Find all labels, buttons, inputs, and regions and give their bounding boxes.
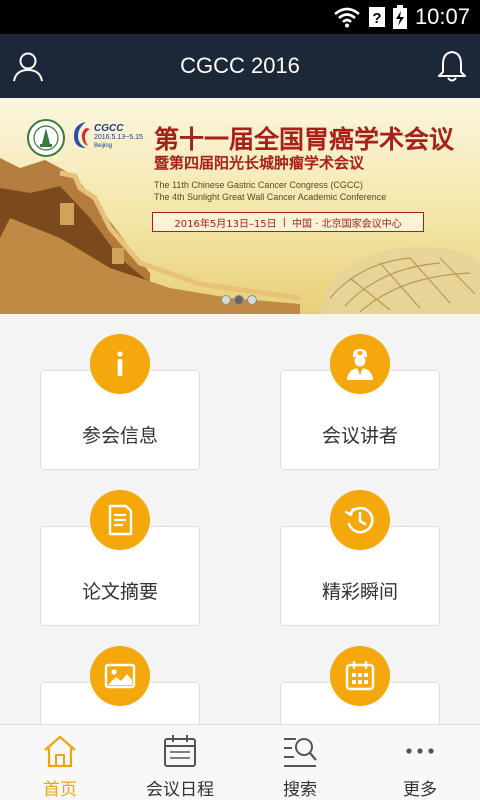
- app-bar: CGCC 2016: [0, 34, 480, 98]
- tab-schedule[interactable]: 会议日程: [120, 725, 240, 800]
- banner-title-english: The 11th Chinese Gastric Cancer Congress…: [154, 180, 363, 190]
- page-title: CGCC 2016: [180, 53, 300, 78]
- carousel-indicator[interactable]: [221, 295, 257, 305]
- wifi-icon: [333, 6, 361, 28]
- carousel-dot[interactable]: [221, 295, 231, 305]
- menu-item-label: 参会信息: [81, 425, 158, 447]
- status-bar: ? 10:07: [0, 0, 480, 34]
- tab-search[interactable]: 搜索: [240, 725, 360, 800]
- bottom-tab-bar: 首页 会议日程 搜索 更多: [0, 724, 480, 800]
- tab-label: 搜索: [283, 780, 317, 800]
- status-time: 10:07: [414, 4, 470, 29]
- speaker-person-icon[interactable]: [330, 334, 390, 394]
- calendar-grid-icon[interactable]: [330, 646, 390, 706]
- signal-unknown-icon: ?: [368, 6, 385, 28]
- carousel-dot[interactable]: [247, 295, 257, 305]
- cgcc-logo-text: CGCC: [94, 123, 124, 134]
- banner-venue: 中国 · 北京国家会议中心: [292, 218, 402, 230]
- cgcc-logo-dates: 2016.5.13~5.15: [94, 134, 143, 141]
- image-gallery-icon[interactable]: [90, 646, 150, 706]
- tab-more[interactable]: 更多: [360, 725, 480, 800]
- menu-item-label: 精彩瞬间: [321, 581, 398, 603]
- banner-subtitle: 暨第四届阳光长城肿瘤学术会议: [154, 154, 365, 172]
- banner-date: 2016年5月13日–15日: [174, 218, 277, 230]
- banner-title: 第十一届全国胃癌学术会议: [154, 125, 455, 154]
- info-icon[interactable]: [90, 334, 150, 394]
- battery-charging-icon: [392, 5, 407, 29]
- bell-icon[interactable]: [434, 48, 470, 84]
- document-icon[interactable]: [90, 490, 150, 550]
- tab-home[interactable]: 首页: [0, 725, 120, 800]
- menu-item-label: 会议讲者: [321, 425, 398, 447]
- cgcc-logo: CGCC 2016.5.13~5.15 Beijing: [72, 116, 144, 158]
- menu-item-label: 论文摘要: [81, 581, 158, 603]
- banner-date-venue: 2016年5月13日–15日 | 中国 · 北京国家会议中心: [152, 212, 424, 232]
- tab-label: 会议日程: [146, 780, 214, 800]
- tab-label: 更多: [403, 780, 437, 800]
- banner-separator: |: [282, 216, 287, 228]
- svg-text:?: ?: [372, 10, 381, 27]
- calendar-icon: [162, 733, 198, 769]
- cgcc-logo-city: Beijing: [94, 143, 113, 149]
- tab-label: 首页: [43, 780, 77, 800]
- carousel-dot-active[interactable]: [234, 295, 244, 305]
- home-icon: [42, 733, 78, 769]
- society-logo: [26, 118, 66, 158]
- hero-banner[interactable]: CGCC 2016.5.13~5.15 Beijing 第十一届全国胃癌学术会议…: [0, 98, 480, 314]
- more-dots-icon: [402, 733, 438, 769]
- banner-subtitle-english: The 4th Sunlight Great Wall Cancer Acade…: [154, 192, 387, 202]
- search-list-icon: [282, 733, 318, 769]
- history-clock-icon[interactable]: [330, 490, 390, 550]
